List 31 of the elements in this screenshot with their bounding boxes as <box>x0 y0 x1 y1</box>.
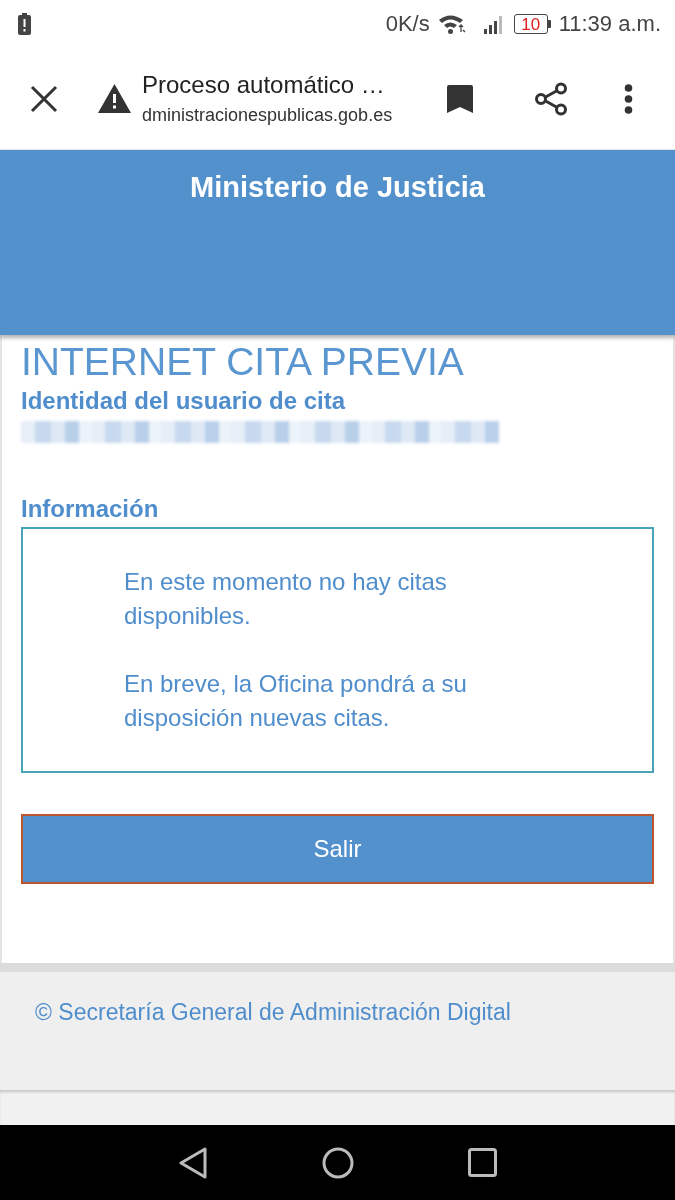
battery-indicator: 10 <box>513 14 551 34</box>
close-icon <box>30 84 58 113</box>
back-triangle-icon <box>178 1146 208 1179</box>
square-icon <box>468 1148 497 1177</box>
info-label: Información <box>21 494 159 524</box>
footer-copyright: © Secretaría General de Administración Digital <box>35 999 511 1025</box>
share-icon <box>534 81 568 116</box>
home-button[interactable] <box>322 1146 354 1179</box>
share-button[interactable] <box>534 81 568 116</box>
close-button[interactable] <box>30 84 58 113</box>
bookmark-icon <box>447 84 473 113</box>
exit-button[interactable]: Salir <box>21 814 654 884</box>
wifi-icon <box>437 13 466 35</box>
info-message: En breve, la Oficina pondrá a su disposición nuevas citas. <box>124 669 468 733</box>
more-vertical-icon <box>624 83 633 114</box>
warning-icon <box>98 84 131 113</box>
network-speed: 0K/s <box>385 11 430 37</box>
home-circle-icon <box>322 1146 354 1179</box>
bookmark-button[interactable] <box>447 84 473 113</box>
page-url: dministracionespublicas.gob.es <box>142 105 394 126</box>
back-button[interactable] <box>178 1146 208 1179</box>
battery-alert-icon <box>18 13 31 35</box>
more-options-button[interactable] <box>624 83 633 114</box>
recent-apps-button[interactable] <box>468 1148 497 1177</box>
security-warning-button[interactable] <box>98 84 131 113</box>
info-message: En este momento no hay citas disponibles. <box>124 567 448 631</box>
page-title: Proceso automático … <box>142 71 386 99</box>
site-title: Ministerio de Justicia <box>190 170 485 204</box>
page-heading: INTERNET CITA PREVIA <box>21 339 464 385</box>
clock: 11:39 a.m. <box>558 11 661 37</box>
identity-label: Identidad del usuario de cita <box>21 386 346 416</box>
